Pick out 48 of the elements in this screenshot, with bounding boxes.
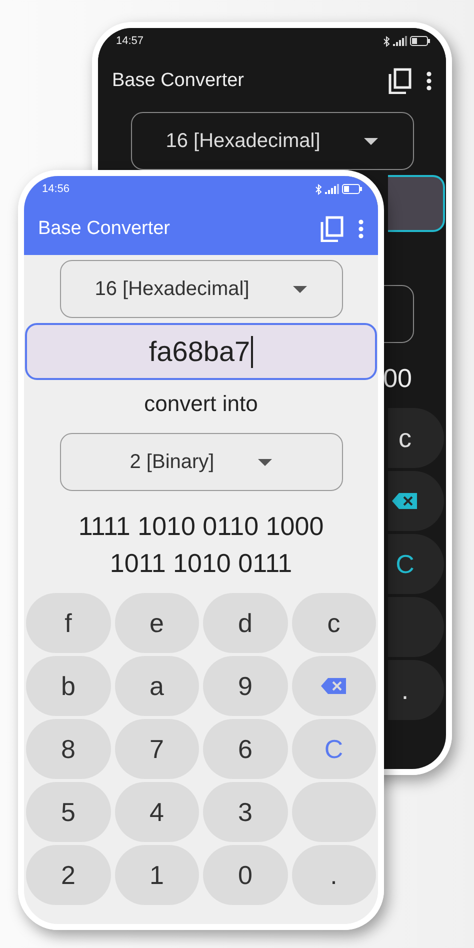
key-button[interactable]: 9: [203, 656, 288, 716]
backspace-icon: [320, 677, 347, 695]
result-text: 00: [383, 363, 412, 394]
key-button[interactable]: 4: [114, 782, 199, 842]
clear-button[interactable]: C: [388, 534, 444, 594]
result-text: 1011 1010 0111: [110, 548, 292, 579]
result-text: 1111 1010 0110 1000: [78, 511, 324, 542]
key-button[interactable]: 8: [26, 719, 110, 779]
backspace-button[interactable]: [388, 471, 444, 531]
key-button[interactable]: a: [114, 656, 199, 716]
status-time: 14:56: [42, 183, 70, 195]
caret-icon: [364, 138, 378, 144]
key-button[interactable]: c: [388, 408, 444, 468]
battery-icon: [342, 184, 362, 194]
key-button[interactable]: 6: [203, 719, 288, 779]
key-button[interactable]: 7: [114, 719, 199, 779]
key-button[interactable]: .: [388, 660, 444, 720]
signal-icon: [393, 36, 407, 46]
convert-label: convert into: [144, 390, 258, 418]
battery-icon: [410, 36, 430, 46]
key-button[interactable]: .: [292, 845, 376, 905]
key-button[interactable]: b: [26, 656, 110, 716]
app-title: Base Converter: [112, 70, 246, 92]
bluetooth-icon: [383, 36, 390, 46]
backspace-icon: [392, 492, 418, 510]
caret-icon: [293, 286, 308, 292]
base-dropdown[interactable]: 16 [Hexadecimal]: [130, 112, 414, 170]
bluetooth-icon: [315, 184, 322, 194]
backspace-button[interactable]: [292, 656, 376, 716]
caret-icon: [258, 458, 272, 466]
base-dropdown[interactable]: 2 [Binary]: [60, 433, 342, 491]
app-title: Base Converter: [38, 218, 172, 240]
key-button[interactable]: 3: [203, 782, 288, 842]
key-button[interactable]: f: [26, 593, 110, 653]
key-button[interactable]: e: [114, 593, 199, 653]
key-button[interactable]: 5: [26, 782, 110, 842]
input-field[interactable]: [388, 175, 445, 232]
key-button[interactable]: 0: [203, 845, 288, 905]
status-time: 14:57: [116, 35, 144, 47]
input-field[interactable]: fa68ba7: [25, 323, 377, 380]
key-button[interactable]: c: [292, 593, 376, 653]
copy-icon[interactable]: [388, 68, 412, 94]
base-dropdown[interactable]: 16 [Hexadecimal]: [60, 260, 342, 318]
key-button[interactable]: 2: [26, 845, 110, 905]
more-icon[interactable]: [426, 70, 432, 90]
signal-icon: [325, 184, 339, 194]
key-button[interactable]: d: [203, 593, 288, 653]
key-button[interactable]: 1: [114, 845, 199, 905]
